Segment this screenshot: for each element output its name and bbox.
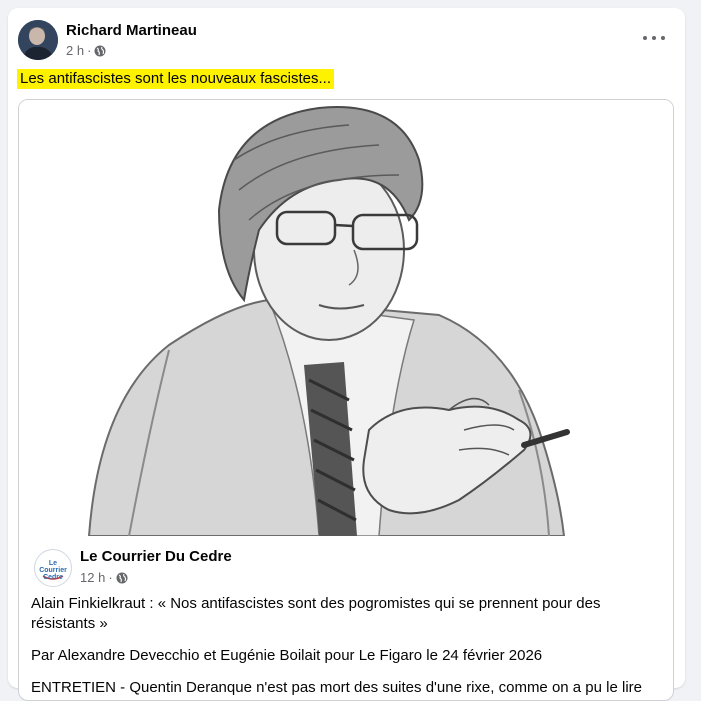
more-options-icon[interactable] — [643, 30, 665, 46]
meta-separator: · — [87, 43, 92, 58]
post-time[interactable]: 2 h — [66, 43, 84, 58]
globe-icon — [116, 572, 128, 584]
shared-post-card[interactable]: Le Courrier Cedre Le Courrier Du Cedre 1… — [18, 99, 674, 701]
shared-page-name[interactable]: Le Courrier Du Cedre — [80, 548, 232, 565]
facebook-post: Richard Martineau 2 h · Les antifasciste… — [8, 8, 685, 701]
shared-paragraph-byline: Par Alexandre Devecchio et Eugénie Boila… — [31, 647, 543, 664]
post-caption: Les antifascistes sont les nouveaux fasc… — [17, 69, 334, 89]
shared-post-time[interactable]: 12 h — [80, 570, 105, 585]
shared-post-header: Le Courrier Cedre Le Courrier Du Cedre 1… — [34, 546, 654, 588]
shared-paragraph-intro: ENTRETIEN - Quentin Deranque n'est pas m… — [31, 679, 643, 696]
shared-post-text: Alain Finkielkraut : « Nos antifascistes… — [31, 594, 667, 700]
page-logo[interactable]: Le Courrier Cedre — [34, 549, 72, 587]
post-header: Richard Martineau 2 h · — [18, 20, 673, 64]
shared-paragraph-headline: Alain Finkielkraut : « Nos antifascistes… — [31, 595, 601, 632]
page-logo-text: Le Courrier Cedre — [39, 560, 67, 581]
author-avatar[interactable] — [18, 20, 58, 60]
shared-post-meta: 12 h · — [80, 570, 128, 585]
post-meta: 2 h · — [66, 43, 106, 58]
author-name[interactable]: Richard Martineau — [66, 22, 197, 39]
portrait-illustration[interactable] — [19, 100, 673, 537]
globe-icon — [94, 45, 106, 57]
shared-meta-separator: · — [108, 570, 113, 585]
